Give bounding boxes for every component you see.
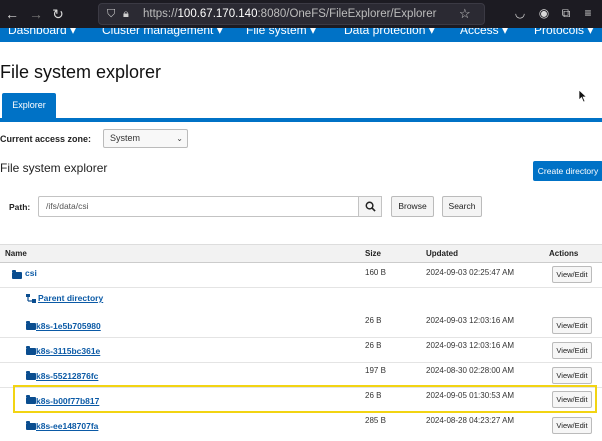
updated-cell: 2024-09-05 01:30:53 AM (426, 391, 515, 400)
current-folder-name[interactable]: csi (25, 268, 37, 278)
size-cell: 160 B (365, 268, 386, 277)
directory-link[interactable]: k8s-55212876fc (36, 371, 98, 381)
header-actions: Actions (549, 249, 579, 258)
table-row: k8s-3115bc361e 26 B 2024-09-03 12:03:16 … (0, 338, 602, 363)
parent-directory-link[interactable]: Parent directory (38, 293, 103, 303)
search-button[interactable]: Search (442, 196, 482, 217)
address-bar[interactable]: ⛉ 🔒︎ https://100.67.170.140:8080/OneFS/F… (98, 3, 485, 25)
header-name[interactable]: Name (5, 249, 27, 258)
nav-data-protection[interactable]: Data protection ▾ (344, 28, 435, 37)
menu-icon[interactable]: ≡ (580, 6, 596, 20)
updated-cell: 2024-09-03 12:03:16 AM (426, 341, 515, 350)
pocket-icon[interactable]: ◡ (512, 6, 528, 20)
directory-link[interactable]: k8s-b00f77b817 (36, 396, 99, 406)
folder-icon (26, 395, 36, 404)
browser-toolbar: ← → ↻ ⛉ 🔒︎ https://100.67.170.140:8080/O… (0, 0, 602, 28)
view-edit-button[interactable]: View/Edit (552, 342, 592, 359)
parent-directory-icon (26, 294, 36, 303)
folder-open-icon (12, 270, 22, 279)
nav-file-system[interactable]: File system ▾ (246, 28, 316, 37)
path-input[interactable]: /ifs/data/csi (38, 196, 359, 217)
directory-link[interactable]: k8s-1e5b705980 (36, 321, 101, 331)
access-zone-select[interactable]: System ⌄ (103, 129, 188, 148)
nav-cluster-management[interactable]: Cluster management ▾ (102, 28, 223, 37)
updated-cell: 2024-09-03 12:03:16 AM (426, 316, 515, 325)
table-row: Parent directory (0, 288, 602, 313)
table-row: csi 160 B 2024-09-03 02:25:47 AM View/Ed… (0, 263, 602, 288)
folder-icon (26, 421, 36, 430)
bookmark-star-icon[interactable]: ☆ (459, 6, 471, 22)
table-header: Name Size Updated Actions (0, 244, 602, 263)
folder-icon (26, 371, 36, 380)
access-zone-label: Current access zone: (0, 134, 92, 144)
section-title: File system explorer (0, 161, 108, 175)
folder-icon (26, 346, 36, 355)
mouse-cursor-icon (578, 89, 588, 103)
updated-cell: 2024-09-03 02:25:47 AM (426, 268, 515, 277)
nav-dashboard[interactable]: Dashboard ▾ (8, 28, 76, 37)
path-label: Path: (9, 202, 31, 212)
nav-access[interactable]: Access ▾ (460, 28, 508, 37)
page-title: File system explorer (0, 62, 162, 82)
size-cell: 26 B (365, 391, 382, 400)
tab-strip (0, 118, 602, 122)
table-row: k8s-55212876fc 197 B 2024-08-30 02:28:00… (0, 363, 602, 388)
app-nav-bar: Dashboard ▾ Cluster management ▾ File sy… (0, 28, 602, 42)
create-directory-button[interactable]: Create directory (533, 161, 602, 181)
table-row: k8s-1e5b705980 26 B 2024-09-03 12:03:16 … (0, 313, 602, 338)
view-edit-button[interactable]: View/Edit (552, 266, 592, 283)
view-edit-button[interactable]: View/Edit (552, 317, 592, 334)
nav-protocols[interactable]: Protocols ▾ (534, 28, 593, 37)
reload-icon[interactable]: ↻ (50, 6, 66, 22)
table-row: k8s-ee148707fa 285 B 2024-08-28 04:23:27… (0, 413, 602, 438)
back-icon[interactable]: ← (4, 6, 20, 22)
tab-explorer[interactable]: Explorer (2, 93, 56, 118)
search-icon (365, 201, 376, 212)
forward-icon[interactable]: → (28, 6, 44, 22)
account-icon[interactable]: ◉ (536, 6, 552, 20)
header-size[interactable]: Size (365, 249, 381, 258)
view-edit-button[interactable]: View/Edit (552, 391, 592, 408)
table-row-highlighted: k8s-b00f77b817 26 B 2024-09-05 01:30:53 … (13, 385, 597, 413)
chevron-down-icon: ⌄ (176, 134, 183, 143)
folder-icon (26, 321, 36, 330)
view-edit-button[interactable]: View/Edit (552, 417, 592, 434)
directory-link[interactable]: k8s-3115bc361e (36, 346, 100, 356)
updated-cell: 2024-08-30 02:28:00 AM (426, 366, 515, 375)
view-edit-button[interactable]: View/Edit (552, 367, 592, 384)
size-cell: 285 B (365, 416, 386, 425)
shield-icon[interactable]: ⛉ (107, 8, 115, 21)
extensions-icon[interactable]: ⧉ (558, 6, 574, 21)
updated-cell: 2024-08-28 04:23:27 AM (426, 416, 515, 425)
header-updated[interactable]: Updated (426, 249, 458, 258)
lock-icon[interactable]: 🔒︎ (123, 8, 129, 21)
size-cell: 26 B (365, 316, 382, 325)
access-zone-value: System (110, 133, 141, 143)
path-search-button[interactable] (359, 196, 382, 217)
url-text[interactable]: https://100.67.170.140:8080/OneFS/FileEx… (143, 8, 436, 20)
browse-button[interactable]: Browse (391, 196, 434, 217)
directory-link[interactable]: k8s-ee148707fa (36, 421, 98, 431)
size-cell: 26 B (365, 341, 382, 350)
size-cell: 197 B (365, 366, 386, 375)
